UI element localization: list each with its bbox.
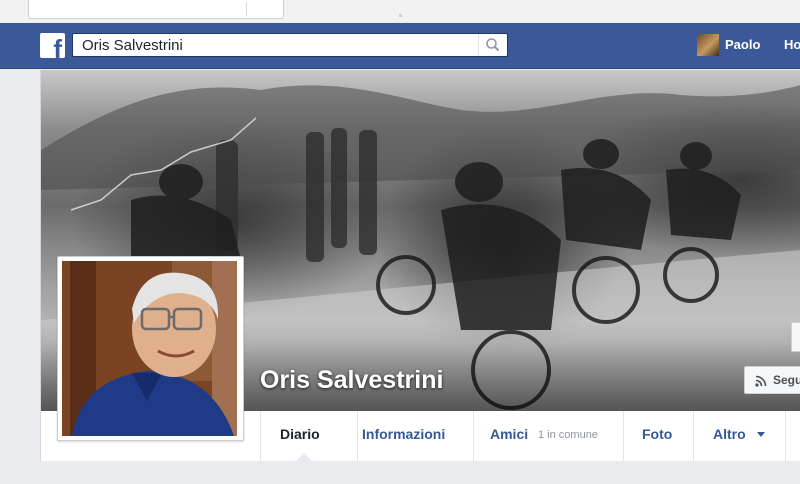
profile-content: Oris Salvestrini Segu Diario Informazion… xyxy=(40,70,800,461)
cover-action-button[interactable] xyxy=(791,322,800,352)
tab-informazioni-label: Informazioni xyxy=(362,426,446,442)
facebook-logo[interactable]: f xyxy=(40,33,65,58)
rss-icon xyxy=(755,375,767,387)
user-avatar[interactable] xyxy=(697,34,719,56)
tab-foto[interactable]: Foto xyxy=(623,411,693,461)
tab-amici[interactable]: Amici 1 in comune xyxy=(473,411,623,461)
tab-foto-label: Foto xyxy=(642,426,673,442)
tab-amici-mutual: 1 in comune xyxy=(538,429,598,441)
search-input[interactable] xyxy=(73,34,482,56)
search-icon xyxy=(486,38,500,52)
tab-extra[interactable] xyxy=(785,411,800,461)
chevron-down-icon xyxy=(757,432,765,437)
nav-home-link[interactable]: Ho xyxy=(784,37,800,52)
nav-user-name[interactable]: Paolo xyxy=(725,37,760,52)
profile-tabs: Diario Informazioni Amici 1 in comune Fo… xyxy=(41,411,800,461)
tab-diario-label: Diario xyxy=(280,426,320,442)
follow-button[interactable]: Segu xyxy=(744,366,800,394)
tab-informazioni[interactable]: Informazioni xyxy=(357,411,473,461)
top-navbar: f Paolo Ho xyxy=(0,23,800,69)
search-button[interactable] xyxy=(478,34,507,56)
browser-dot xyxy=(399,14,402,17)
profile-picture-image xyxy=(62,261,237,436)
active-tab-indicator xyxy=(296,453,312,461)
tab-altro-label: Altro xyxy=(713,426,746,442)
tab-altro[interactable]: Altro xyxy=(693,411,785,461)
follow-label: Segu xyxy=(773,373,800,387)
tab-amici-label: Amici xyxy=(490,426,529,442)
address-bar-divider xyxy=(246,2,247,16)
browser-chrome xyxy=(0,0,800,22)
profile-name[interactable]: Oris Salvestrini xyxy=(260,366,443,395)
profile-portrait xyxy=(62,261,237,436)
search-box[interactable] xyxy=(72,33,508,57)
facebook-logo-letter: f xyxy=(53,34,62,58)
